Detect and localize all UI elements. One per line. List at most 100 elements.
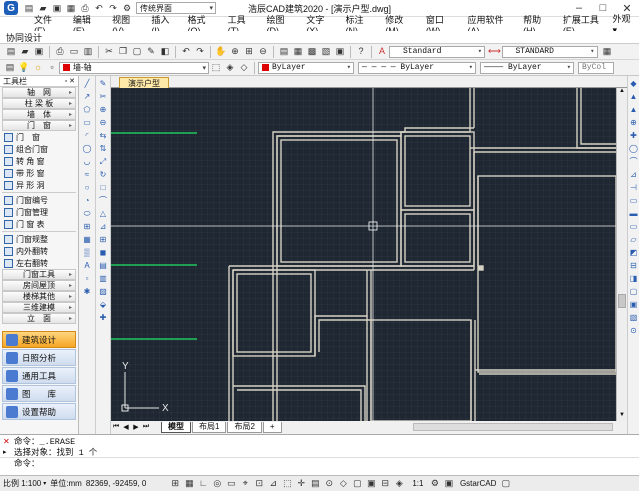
draw-tool-icon[interactable]: ▭: [82, 117, 93, 128]
modify-tool-icon[interactable]: ▨: [98, 286, 109, 297]
plot-icon[interactable]: ⎙: [55, 46, 66, 57]
status-toggle-icon[interactable]: ▦: [184, 478, 195, 489]
right-tool-icon[interactable]: ⊣: [628, 182, 639, 193]
layout-tab[interactable]: 布局1: [192, 421, 227, 433]
next-tab-icon[interactable]: ▶: [131, 423, 141, 431]
panel-item[interactable]: 组合门窗: [0, 143, 78, 155]
color-select[interactable]: ByLayer ▾: [258, 61, 354, 74]
cmd-settings-icon[interactable]: ▸: [3, 448, 7, 456]
draw-tool-icon[interactable]: ⬭: [82, 208, 93, 219]
first-tab-icon[interactable]: ⏮: [111, 423, 121, 431]
right-tool-icon[interactable]: ✚: [628, 130, 639, 141]
save-icon-2[interactable]: ▣: [34, 46, 45, 57]
undo-icon-2[interactable]: ↶: [181, 46, 192, 57]
scroll-thumb[interactable]: [618, 294, 626, 308]
match-prop-icon[interactable]: ✎: [146, 46, 157, 57]
open-icon[interactable]: ▰: [20, 46, 31, 57]
properties-icon[interactable]: ▤: [279, 46, 290, 57]
draw-tool-icon[interactable]: ◯: [82, 143, 93, 154]
panel-item[interactable]: 内外翻转: [0, 245, 78, 257]
drawing-canvas[interactable]: Y X: [111, 88, 616, 421]
right-tool-icon[interactable]: ▱: [628, 234, 639, 245]
cut-icon[interactable]: ✂: [104, 46, 115, 57]
right-tool-icon[interactable]: ⌒: [628, 156, 639, 167]
new-icon[interactable]: ▤: [6, 46, 17, 57]
modify-tool-icon[interactable]: ✚: [98, 312, 109, 323]
workspace-icon[interactable]: ⚙: [429, 478, 440, 489]
category-tab[interactable]: 日照分析: [2, 349, 76, 366]
right-tool-icon[interactable]: ▣: [628, 299, 639, 310]
panel-section[interactable]: 立 面 ▸: [2, 313, 76, 324]
draw-tool-icon[interactable]: ▦: [82, 234, 93, 245]
status-toggle-icon[interactable]: ◈: [394, 478, 405, 489]
modify-tool-icon[interactable]: ▥: [98, 273, 109, 284]
modify-tool-icon[interactable]: ⊕: [98, 104, 109, 115]
zoom-window-icon[interactable]: ⊞: [244, 46, 255, 57]
right-tool-icon[interactable]: ◩: [628, 247, 639, 258]
panel-item[interactable]: 转 角 窗: [0, 155, 78, 167]
panel-close-icon[interactable]: ▫ ✕: [65, 77, 75, 85]
status-toggle-icon[interactable]: ⊙: [324, 478, 335, 489]
status-toggle-icon[interactable]: ⌖: [240, 478, 251, 489]
scroll-down-icon[interactable]: ▼: [617, 412, 627, 421]
right-tool-icon[interactable]: ◆: [628, 78, 639, 89]
panel-item[interactable]: 门窗管理: [0, 206, 78, 218]
modify-tool-icon[interactable]: ⌒: [98, 195, 109, 206]
category-tab[interactable]: 建筑设计: [2, 331, 76, 348]
layer-manager-icon[interactable]: ▤: [5, 62, 16, 73]
plotstyle-select[interactable]: ByCol: [578, 61, 614, 74]
draw-tool-icon[interactable]: ╱: [82, 78, 93, 89]
modify-tool-icon[interactable]: ⊞: [98, 234, 109, 245]
lock-icon[interactable]: ▫: [47, 62, 58, 73]
panel-section[interactable]: 三维建模 ▸: [2, 302, 76, 313]
status-toggle-icon[interactable]: ∟: [198, 478, 209, 489]
publish-icon[interactable]: ▥: [83, 46, 94, 57]
right-tool-icon[interactable]: ▢: [628, 286, 639, 297]
modify-tool-icon[interactable]: ✂: [98, 91, 109, 102]
fullscreen-icon[interactable]: ▢: [500, 478, 511, 489]
right-tool-icon[interactable]: ⊟: [628, 260, 639, 271]
draw-tool-icon[interactable]: ↗: [82, 91, 93, 102]
draw-tool-icon[interactable]: ▒: [82, 247, 93, 258]
right-tool-icon[interactable]: ⊿: [628, 169, 639, 180]
draw-tool-icon[interactable]: ◜: [82, 130, 93, 141]
status-toggle-icon[interactable]: ⊿: [268, 478, 279, 489]
draw-tool-icon[interactable]: ◡: [82, 156, 93, 167]
layer-select[interactable]: 墙-轴 ▾: [59, 61, 209, 74]
copy-icon[interactable]: ❐: [118, 46, 129, 57]
draw-tool-icon[interactable]: ⬠: [82, 104, 93, 115]
make-current-icon[interactable]: ⬚: [211, 62, 222, 73]
right-tool-icon[interactable]: ◯: [628, 143, 639, 154]
right-tool-icon[interactable]: ▲: [628, 104, 639, 115]
last-tab-icon[interactable]: ⏭: [141, 423, 151, 431]
vertical-scrollbar[interactable]: ▲ ▼: [616, 88, 627, 421]
document-tab[interactable]: 演示户型: [119, 77, 169, 88]
status-toggle-icon[interactable]: ▭: [226, 478, 237, 489]
draw-tool-icon[interactable]: ≈: [82, 169, 93, 180]
help-icon[interactable]: ?: [356, 46, 367, 57]
category-tab[interactable]: 通用工具: [2, 367, 76, 384]
status-toggle-icon[interactable]: ◇: [338, 478, 349, 489]
draw-tool-icon[interactable]: ▫: [82, 273, 93, 284]
panel-section[interactable]: 房间屋顶 ▸: [2, 280, 76, 291]
panel-item[interactable]: 门窗规整: [0, 233, 78, 245]
redo-icon-2[interactable]: ↷: [195, 46, 206, 57]
sheet-set-icon[interactable]: ▧: [321, 46, 332, 57]
panel-item[interactable]: 门 窗 表: [0, 218, 78, 230]
right-tool-icon[interactable]: ▬: [628, 208, 639, 219]
modify-tool-icon[interactable]: ⇆: [98, 130, 109, 141]
zoom-realtime-icon[interactable]: ⊕: [230, 46, 241, 57]
command-input[interactable]: 命令：: [0, 457, 639, 469]
modify-tool-icon[interactable]: ⬙: [98, 299, 109, 310]
scale-readout[interactable]: 比例 1:100: [3, 478, 41, 489]
modify-tool-icon[interactable]: ↻: [98, 169, 109, 180]
tool-palette-icon[interactable]: ▩: [307, 46, 318, 57]
sun-icon[interactable]: ☼: [33, 62, 44, 73]
bulb-icon[interactable]: 💡: [18, 62, 29, 73]
paste-icon[interactable]: ▢: [132, 46, 143, 57]
modify-tool-icon[interactable]: ⇅: [98, 143, 109, 154]
modify-tool-icon[interactable]: ⊿: [98, 221, 109, 232]
scroll-up-icon[interactable]: ▲: [617, 88, 627, 97]
linetype-select[interactable]: — — — — ByLayer ▾: [358, 61, 476, 74]
layout-tab[interactable]: 模型: [161, 421, 191, 433]
